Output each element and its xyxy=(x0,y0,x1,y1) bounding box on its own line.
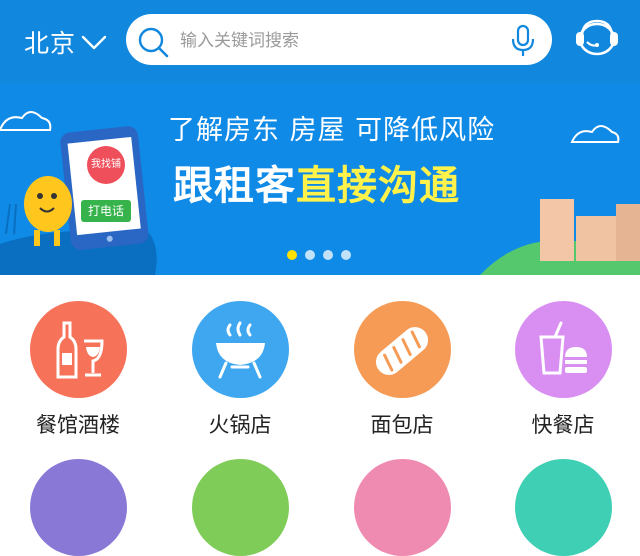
banner-slogan-prefix: 跟租客 xyxy=(173,163,296,209)
city-label: 北京 xyxy=(24,29,77,58)
category-row2-item-1[interactable] xyxy=(30,459,127,556)
category-label: 面包店 xyxy=(370,413,434,437)
category-hotpot[interactable]: 火锅店 xyxy=(170,301,310,439)
category-row2-item-4[interactable] xyxy=(515,459,612,556)
microphone-icon[interactable] xyxy=(508,24,538,58)
carousel-dot-1[interactable] xyxy=(287,250,297,260)
category-restaurant-circle xyxy=(29,301,127,398)
category-row2-item-3[interactable] xyxy=(354,459,451,556)
carousel-dot-2[interactable] xyxy=(305,250,315,260)
carousel-dot-3[interactable] xyxy=(323,250,333,260)
category-grid: 餐馆酒楼 火锅店 面包店 快餐店 xyxy=(0,275,640,556)
bread-icon xyxy=(375,327,428,375)
chevron-down-icon xyxy=(81,35,107,50)
search-input[interactable] xyxy=(178,24,482,58)
category-label: 餐馆酒楼 xyxy=(36,413,120,437)
phone-screen-call-button: 打电话 xyxy=(81,200,131,222)
category-restaurant[interactable]: 餐馆酒楼 xyxy=(8,301,148,439)
customer-service-icon[interactable] xyxy=(574,18,620,58)
hotpot-icon xyxy=(215,321,265,379)
city-selector[interactable]: 北京 xyxy=(24,22,108,62)
category-fastfood-circle xyxy=(514,301,612,398)
category-hotpot-circle xyxy=(191,301,289,398)
phone-screen-badge: 我找铺 xyxy=(87,146,125,184)
category-fastfood[interactable]: 快餐店 xyxy=(493,301,633,439)
banner-headline: 了解房东 房屋 可降低风险 xyxy=(168,115,496,146)
category-bakery-circle xyxy=(353,301,451,398)
app-header: 北京 xyxy=(0,0,640,84)
search-icon xyxy=(138,27,169,58)
promo-banner[interactable]: 我找铺 打电话 了解房东 房屋 可降低风险 跟租客直接沟通 xyxy=(0,84,640,275)
category-row2-item-2[interactable] xyxy=(192,459,289,556)
search-bar[interactable] xyxy=(126,14,552,65)
carousel-indicator xyxy=(287,250,351,260)
banner-slogan: 跟租客直接沟通 xyxy=(173,153,460,211)
wine-bottle-glass-icon xyxy=(56,321,104,379)
category-label: 快餐店 xyxy=(531,413,595,437)
category-bakery[interactable]: 面包店 xyxy=(332,301,472,439)
fastfood-icon xyxy=(538,321,587,375)
carousel-dot-4[interactable] xyxy=(341,250,351,260)
banner-slogan-highlight: 直接沟通 xyxy=(296,163,460,209)
category-label: 火锅店 xyxy=(208,413,272,437)
